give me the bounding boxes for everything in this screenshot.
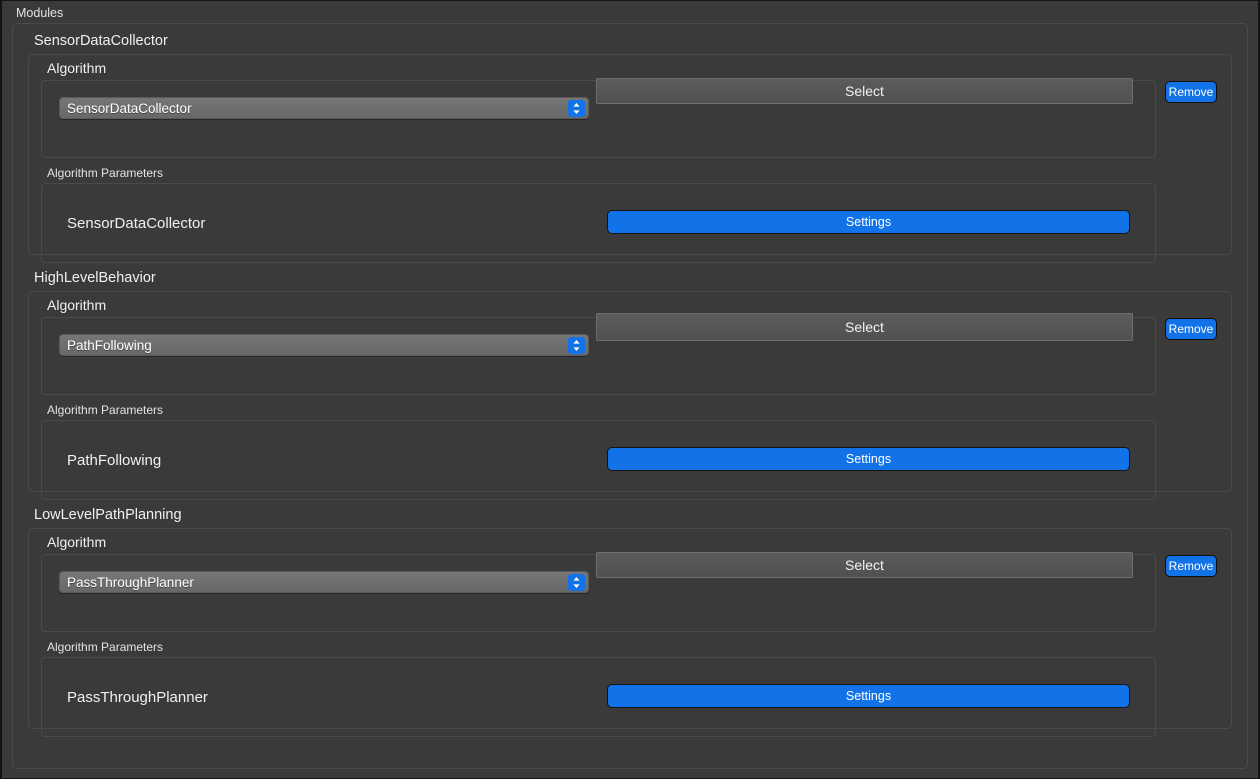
algorithm-parameters-title: Algorithm Parameters (47, 166, 164, 180)
module-title: SensorDataCollector (34, 33, 168, 49)
algorithm-group: Algorithm PassThroughPlanner Select (36, 534, 1224, 634)
algorithm-parameters-title: Algorithm Parameters (47, 640, 164, 654)
algorithm-parameters-frame: PathFollowing Settings (41, 420, 1156, 500)
select-button[interactable]: Select (596, 552, 1133, 578)
algorithm-group: Algorithm SensorDataCollector Select (36, 60, 1224, 160)
chevron-up-down-icon (568, 574, 585, 591)
module-section: HighLevelBehavior Algorithm PathFollowin… (22, 270, 1238, 500)
algorithm-parameters-frame: PassThroughPlanner Settings (41, 657, 1156, 737)
algorithm-group-title: Algorithm (47, 534, 107, 550)
select-button[interactable]: Select (596, 78, 1133, 104)
modules-window: Modules SensorDataCollector Algorithm Se… (0, 0, 1260, 779)
module-section: SensorDataCollector Algorithm SensorData… (22, 33, 1238, 263)
algorithm-select-dropdown-value: PathFollowing (67, 338, 152, 353)
module-section: LowLevelPathPlanning Algorithm PassThrou… (22, 507, 1238, 737)
settings-button[interactable]: Settings (607, 447, 1130, 471)
settings-button-label: Settings (845, 452, 892, 466)
settings-button[interactable]: Settings (607, 684, 1130, 708)
module-title: HighLevelBehavior (34, 270, 156, 286)
chevron-up-down-icon (568, 100, 585, 117)
settings-button-label: Settings (845, 689, 892, 703)
remove-button-label: Remove (1168, 559, 1214, 573)
modules-group-title: Modules (16, 6, 64, 20)
remove-button-label: Remove (1168, 322, 1214, 336)
remove-button-label: Remove (1168, 85, 1214, 99)
settings-button[interactable]: Settings (607, 210, 1130, 234)
algorithm-parameters-group: Algorithm Parameters SensorDataCollector… (36, 166, 1224, 266)
remove-button[interactable]: Remove (1165, 318, 1217, 340)
algorithm-select-dropdown[interactable]: PassThroughPlanner (59, 571, 589, 593)
algorithm-parameter-name: SensorDataCollector (67, 215, 206, 232)
algorithm-parameter-name: PassThroughPlanner (67, 689, 208, 706)
chevron-up-down-icon (568, 337, 585, 354)
algorithm-group-title: Algorithm (47, 60, 107, 76)
module-frame: Algorithm PassThroughPlanner Select Remo… (28, 528, 1232, 737)
module-frame: Algorithm PathFollowing Select Remove Al… (28, 291, 1232, 500)
algorithm-select-dropdown-value: SensorDataCollector (67, 101, 192, 116)
algorithm-parameters-group: Algorithm Parameters PassThroughPlanner … (36, 640, 1224, 740)
algorithm-select-dropdown[interactable]: PathFollowing (59, 334, 589, 356)
select-button-label: Select (845, 83, 884, 99)
module-frame: Algorithm SensorDataCollector Select Rem… (28, 54, 1232, 263)
algorithm-parameters-group: Algorithm Parameters PathFollowing Setti… (36, 403, 1224, 503)
select-button-label: Select (845, 557, 884, 573)
algorithm-parameter-name: PathFollowing (67, 452, 162, 469)
algorithm-select-dropdown-value: PassThroughPlanner (67, 575, 194, 590)
settings-button-label: Settings (845, 215, 892, 229)
remove-button[interactable]: Remove (1165, 555, 1217, 577)
modules-group-box: Modules SensorDataCollector Algorithm Se… (4, 1, 1256, 777)
module-title: LowLevelPathPlanning (34, 507, 182, 523)
algorithm-group-title: Algorithm (47, 297, 107, 313)
select-button[interactable]: Select (596, 313, 1133, 341)
algorithm-parameters-title: Algorithm Parameters (47, 403, 164, 417)
algorithm-select-dropdown[interactable]: SensorDataCollector (59, 97, 589, 119)
algorithm-group: Algorithm PathFollowing Select (36, 297, 1224, 397)
select-button-label: Select (845, 319, 884, 335)
remove-button[interactable]: Remove (1165, 81, 1217, 103)
modules-frame: SensorDataCollector Algorithm SensorData… (12, 23, 1248, 769)
algorithm-parameters-frame: SensorDataCollector Settings (41, 183, 1156, 263)
